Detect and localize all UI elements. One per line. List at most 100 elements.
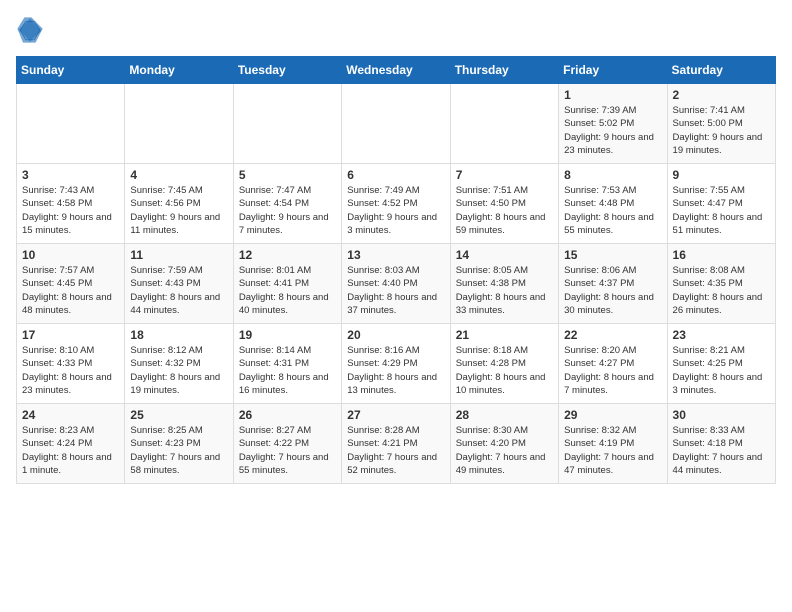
day-info: Sunrise: 7:39 AMSunset: 5:02 PMDaylight:…	[564, 104, 661, 157]
day-info: Sunrise: 7:49 AMSunset: 4:52 PMDaylight:…	[347, 184, 444, 237]
day-number: 13	[347, 248, 444, 262]
calendar-day-cell: 26 Sunrise: 8:27 AMSunset: 4:22 PMDayligh…	[233, 404, 341, 484]
calendar-day-cell	[450, 84, 558, 164]
day-number: 22	[564, 328, 661, 342]
day-number: 24	[22, 408, 119, 422]
calendar-day-cell: 12 Sunrise: 8:01 AMSunset: 4:41 PMDayligh…	[233, 244, 341, 324]
calendar-day-cell: 22 Sunrise: 8:20 AMSunset: 4:27 PMDayligh…	[559, 324, 667, 404]
day-number: 17	[22, 328, 119, 342]
calendar-day-cell: 17Sunrise: 8:10 AMSunset: 4:33 PMDayligh…	[17, 324, 125, 404]
day-number: 6	[347, 168, 444, 182]
day-number: 1	[564, 88, 661, 102]
calendar-day-cell: 5 Sunrise: 7:47 AMSunset: 4:54 PMDaylight…	[233, 164, 341, 244]
day-number: 21	[456, 328, 553, 342]
day-info: Sunrise: 7:47 AMSunset: 4:54 PMDaylight:…	[239, 184, 336, 237]
day-number: 4	[130, 168, 227, 182]
calendar-day-cell: 11 Sunrise: 7:59 AMSunset: 4:43 PMDayligh…	[125, 244, 233, 324]
calendar-day-cell	[125, 84, 233, 164]
day-number: 25	[130, 408, 227, 422]
day-info: Sunrise: 8:08 AMSunset: 4:35 PMDaylight:…	[673, 264, 770, 317]
day-number: 14	[456, 248, 553, 262]
calendar-week-row: 17Sunrise: 8:10 AMSunset: 4:33 PMDayligh…	[17, 324, 776, 404]
day-info: Sunrise: 8:25 AMSunset: 4:23 PMDaylight:…	[130, 424, 227, 477]
calendar-day-cell	[17, 84, 125, 164]
calendar-day-cell: 2 Sunrise: 7:41 AMSunset: 5:00 PMDaylight…	[667, 84, 775, 164]
calendar-header: SundayMondayTuesdayWednesdayThursdayFrid…	[17, 57, 776, 84]
calendar-week-row: 10 Sunrise: 7:57 AMSunset: 4:45 PMDayligh…	[17, 244, 776, 324]
day-number: 7	[456, 168, 553, 182]
day-info: Sunrise: 7:43 AMSunset: 4:58 PMDaylight:…	[22, 184, 119, 237]
day-info: Sunrise: 8:27 AMSunset: 4:22 PMDaylight:…	[239, 424, 336, 477]
calendar-day-cell: 14 Sunrise: 8:05 AMSunset: 4:38 PMDayligh…	[450, 244, 558, 324]
day-number: 18	[130, 328, 227, 342]
calendar-day-cell: 1 Sunrise: 7:39 AMSunset: 5:02 PMDaylight…	[559, 84, 667, 164]
weekday-header: Tuesday	[233, 57, 341, 84]
day-number: 27	[347, 408, 444, 422]
calendar-day-cell: 7Sunrise: 7:51 AMSunset: 4:50 PMDaylight…	[450, 164, 558, 244]
day-info: Sunrise: 8:06 AMSunset: 4:37 PMDaylight:…	[564, 264, 661, 317]
calendar-day-cell: 20Sunrise: 8:16 AMSunset: 4:29 PMDayligh…	[342, 324, 450, 404]
day-number: 30	[673, 408, 770, 422]
day-info: Sunrise: 8:03 AMSunset: 4:40 PMDaylight:…	[347, 264, 444, 317]
weekday-header: Thursday	[450, 57, 558, 84]
day-info: Sunrise: 8:01 AMSunset: 4:41 PMDaylight:…	[239, 264, 336, 317]
calendar-day-cell: 28Sunrise: 8:30 AMSunset: 4:20 PMDayligh…	[450, 404, 558, 484]
weekday-header: Wednesday	[342, 57, 450, 84]
day-number: 16	[673, 248, 770, 262]
day-number: 2	[673, 88, 770, 102]
calendar-day-cell: 9 Sunrise: 7:55 AMSunset: 4:47 PMDaylight…	[667, 164, 775, 244]
day-number: 11	[130, 248, 227, 262]
calendar-day-cell: 24 Sunrise: 8:23 AMSunset: 4:24 PMDayligh…	[17, 404, 125, 484]
day-info: Sunrise: 7:57 AMSunset: 4:45 PMDaylight:…	[22, 264, 119, 317]
day-number: 23	[673, 328, 770, 342]
calendar-day-cell: 29Sunrise: 8:32 AMSunset: 4:19 PMDayligh…	[559, 404, 667, 484]
day-info: Sunrise: 7:45 AMSunset: 4:56 PMDaylight:…	[130, 184, 227, 237]
calendar-week-row: 1 Sunrise: 7:39 AMSunset: 5:02 PMDaylight…	[17, 84, 776, 164]
calendar-day-cell: 23 Sunrise: 8:21 AMSunset: 4:25 PMDayligh…	[667, 324, 775, 404]
logo	[16, 16, 48, 44]
logo-icon	[16, 16, 44, 44]
weekday-header: Saturday	[667, 57, 775, 84]
day-info: Sunrise: 8:14 AMSunset: 4:31 PMDaylight:…	[239, 344, 336, 397]
day-number: 12	[239, 248, 336, 262]
day-number: 9	[673, 168, 770, 182]
day-info: Sunrise: 8:21 AMSunset: 4:25 PMDaylight:…	[673, 344, 770, 397]
day-number: 3	[22, 168, 119, 182]
calendar-week-row: 3 Sunrise: 7:43 AMSunset: 4:58 PMDaylight…	[17, 164, 776, 244]
weekday-header: Sunday	[17, 57, 125, 84]
day-info: Sunrise: 8:20 AMSunset: 4:27 PMDaylight:…	[564, 344, 661, 397]
calendar-day-cell: 10 Sunrise: 7:57 AMSunset: 4:45 PMDayligh…	[17, 244, 125, 324]
weekday-header: Friday	[559, 57, 667, 84]
calendar-table: SundayMondayTuesdayWednesdayThursdayFrid…	[16, 56, 776, 484]
day-number: 8	[564, 168, 661, 182]
calendar-day-cell: 15 Sunrise: 8:06 AMSunset: 4:37 PMDayligh…	[559, 244, 667, 324]
weekday-header: Monday	[125, 57, 233, 84]
day-number: 20	[347, 328, 444, 342]
day-info: Sunrise: 7:53 AMSunset: 4:48 PMDaylight:…	[564, 184, 661, 237]
day-number: 26	[239, 408, 336, 422]
day-info: Sunrise: 8:28 AMSunset: 4:21 PMDaylight:…	[347, 424, 444, 477]
calendar-day-cell: 3 Sunrise: 7:43 AMSunset: 4:58 PMDaylight…	[17, 164, 125, 244]
weekday-row: SundayMondayTuesdayWednesdayThursdayFrid…	[17, 57, 776, 84]
day-info: Sunrise: 7:41 AMSunset: 5:00 PMDaylight:…	[673, 104, 770, 157]
calendar-body: 1 Sunrise: 7:39 AMSunset: 5:02 PMDaylight…	[17, 84, 776, 484]
day-number: 10	[22, 248, 119, 262]
day-info: Sunrise: 8:33 AMSunset: 4:18 PMDaylight:…	[673, 424, 770, 477]
calendar-day-cell: 19Sunrise: 8:14 AMSunset: 4:31 PMDayligh…	[233, 324, 341, 404]
day-info: Sunrise: 7:59 AMSunset: 4:43 PMDaylight:…	[130, 264, 227, 317]
day-info: Sunrise: 8:05 AMSunset: 4:38 PMDaylight:…	[456, 264, 553, 317]
day-number: 15	[564, 248, 661, 262]
calendar-day-cell	[342, 84, 450, 164]
calendar-day-cell	[233, 84, 341, 164]
calendar-day-cell: 8 Sunrise: 7:53 AMSunset: 4:48 PMDaylight…	[559, 164, 667, 244]
day-info: Sunrise: 7:55 AMSunset: 4:47 PMDaylight:…	[673, 184, 770, 237]
calendar-day-cell: 30 Sunrise: 8:33 AMSunset: 4:18 PMDayligh…	[667, 404, 775, 484]
calendar-day-cell: 4 Sunrise: 7:45 AMSunset: 4:56 PMDaylight…	[125, 164, 233, 244]
day-number: 29	[564, 408, 661, 422]
day-info: Sunrise: 8:23 AMSunset: 4:24 PMDaylight:…	[22, 424, 119, 477]
calendar-day-cell: 16 Sunrise: 8:08 AMSunset: 4:35 PMDayligh…	[667, 244, 775, 324]
day-info: Sunrise: 8:30 AMSunset: 4:20 PMDaylight:…	[456, 424, 553, 477]
page-header	[16, 16, 776, 44]
calendar-day-cell: 18Sunrise: 8:12 AMSunset: 4:32 PMDayligh…	[125, 324, 233, 404]
day-number: 5	[239, 168, 336, 182]
